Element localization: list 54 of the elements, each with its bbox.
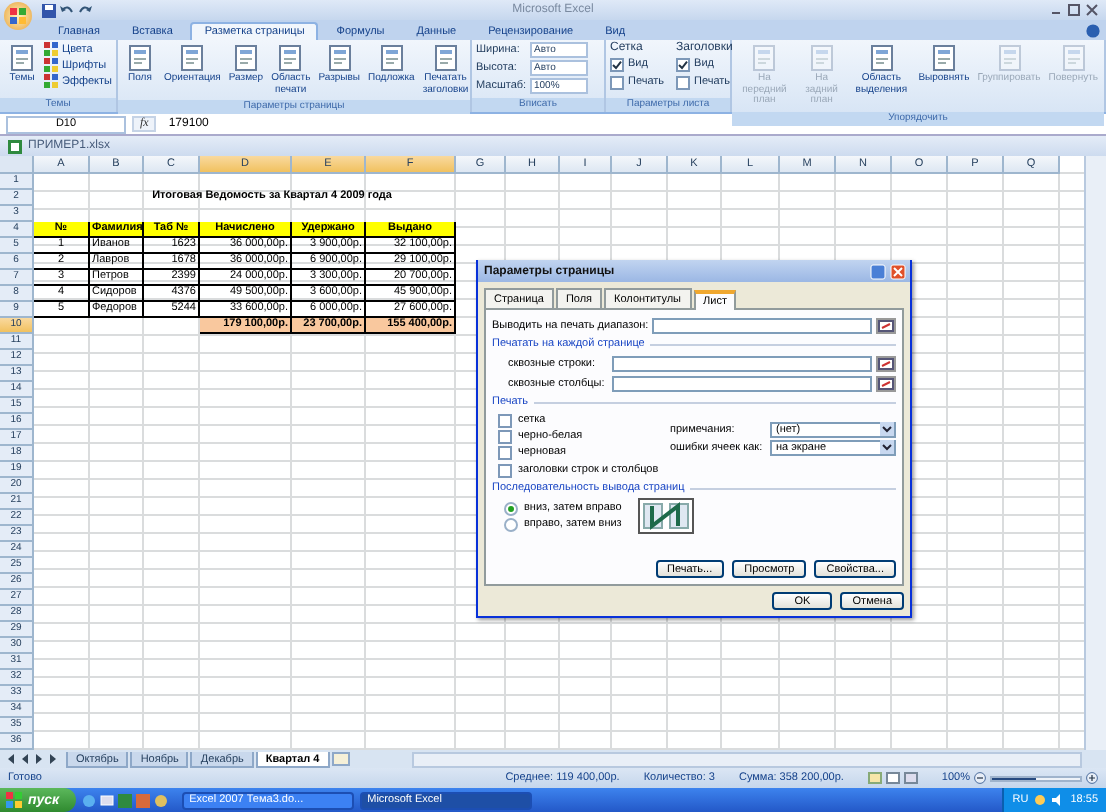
document-icon: [429, 44, 462, 72]
tray-icon[interactable]: [1034, 794, 1047, 806]
redo-icon[interactable]: [78, 3, 92, 17]
document-icon: [323, 44, 356, 72]
document-icon: [748, 44, 781, 72]
checkbox[interactable]: [610, 57, 624, 71]
input-field[interactable]: [652, 317, 872, 333]
close-icon[interactable]: [1086, 4, 1098, 16]
checkbox[interactable]: [676, 75, 691, 89]
document-icon: [927, 44, 960, 72]
radio-button[interactable]: [504, 501, 518, 515]
input-field[interactable]: [612, 355, 872, 371]
insert-sheet-icon[interactable]: [331, 752, 350, 766]
normal-view-icon[interactable]: [867, 772, 882, 784]
zoom-out-icon[interactable]: [974, 772, 986, 784]
collapse-button[interactable]: [876, 355, 896, 371]
document-icon: [865, 44, 898, 72]
collapse-button[interactable]: [876, 375, 896, 391]
flag-icon: [6, 792, 22, 808]
document-icon: [6, 44, 38, 72]
document-icon: [229, 44, 262, 72]
document-icon: [176, 44, 209, 72]
desktop-icon[interactable]: [99, 793, 114, 807]
horizontal-scrollbar[interactable]: [411, 751, 1082, 767]
browser-icon[interactable]: [81, 793, 96, 807]
radio-button[interactable]: [504, 517, 518, 531]
save-icon[interactable]: [42, 3, 56, 17]
checkbox[interactable]: [498, 445, 512, 459]
document-icon: [274, 44, 307, 72]
document-icon: [1057, 44, 1090, 72]
zoom-in-icon[interactable]: [1086, 772, 1098, 784]
document-icon: [124, 44, 156, 72]
document-icon: [805, 44, 838, 72]
office-button[interactable]: [4, 2, 32, 30]
page-order-drawing: [637, 498, 694, 534]
input-field[interactable]: [612, 375, 872, 391]
checkbox[interactable]: [498, 463, 512, 477]
checkbox[interactable]: [610, 75, 624, 89]
page-layout-icon[interactable]: [885, 772, 900, 784]
page-break-icon[interactable]: [903, 772, 918, 784]
checkbox[interactable]: [676, 57, 691, 71]
speaker-icon[interactable]: [1052, 794, 1065, 806]
document-icon: [993, 44, 1025, 72]
media-icon[interactable]: [153, 793, 168, 807]
caret-icon[interactable]: [880, 422, 894, 436]
document-icon: [375, 44, 408, 72]
workbook-icon: [8, 139, 22, 153]
maximize-icon[interactable]: [1068, 4, 1080, 16]
vertical-scrollbar[interactable]: [1084, 156, 1106, 750]
checkbox[interactable]: [498, 413, 512, 427]
checkbox[interactable]: [498, 429, 512, 443]
caret-icon[interactable]: [880, 440, 894, 454]
undo-icon[interactable]: [60, 3, 74, 17]
collapse-button[interactable]: [876, 317, 896, 333]
